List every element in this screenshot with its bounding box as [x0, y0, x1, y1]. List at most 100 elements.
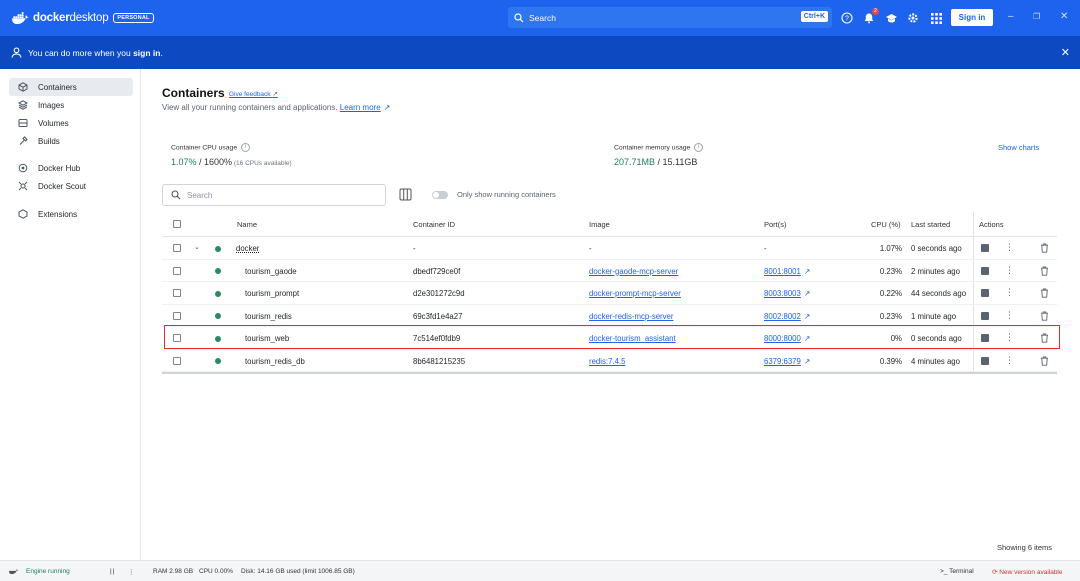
close-window-icon[interactable]: ✕	[1060, 11, 1068, 22]
minimize-icon[interactable]: –	[1008, 11, 1014, 22]
container-port-link[interactable]: 8003:8003	[764, 289, 801, 298]
sign-in-button[interactable]: Sign in	[951, 9, 993, 26]
delete-trash-icon[interactable]	[1040, 243, 1049, 255]
docker-scout-icon	[18, 181, 28, 191]
settings-gear-icon[interactable]	[906, 11, 920, 25]
delete-trash-icon[interactable]	[1040, 288, 1049, 300]
header-last-started[interactable]: Last started	[911, 220, 950, 229]
delete-trash-icon[interactable]	[1040, 266, 1049, 278]
sidebar-item-docker-hub[interactable]: Docker Hub	[9, 159, 133, 177]
delete-trash-icon[interactable]	[1040, 356, 1049, 368]
sidebar-item-containers[interactable]: Containers	[9, 78, 133, 96]
more-options-icon[interactable]: ⋮	[1005, 265, 1014, 276]
container-image-link[interactable]: redis:7.4.5	[589, 357, 625, 366]
stop-icon[interactable]	[981, 289, 989, 297]
global-search[interactable]: Search Ctrl+K	[508, 7, 832, 28]
container-image-link[interactable]: docker-prompt-mcp-server	[589, 289, 681, 298]
info-icon[interactable]: i	[241, 143, 251, 152]
stop-icon[interactable]	[981, 356, 989, 365]
header-container-id[interactable]: Container ID	[413, 220, 455, 229]
container-last-started: 0 seconds ago	[911, 244, 962, 253]
row-checkbox[interactable]	[173, 266, 181, 275]
container-port-link[interactable]: 8001:8001	[764, 267, 801, 276]
learn-more-link[interactable]: Learn more	[340, 103, 381, 112]
volumes-icon	[18, 118, 28, 128]
banner-close-icon[interactable]: ✕	[1061, 46, 1070, 59]
row-checkbox[interactable]	[173, 311, 181, 320]
header-name[interactable]: Name	[237, 220, 257, 229]
delete-trash-icon[interactable]	[1040, 311, 1049, 323]
extensions-icon	[18, 209, 28, 219]
table-row[interactable]: tourism_redis 69c3fd1e4a27 docker-redis-…	[162, 305, 1057, 327]
show-charts-button[interactable]: Show charts	[998, 143, 1039, 152]
more-options-icon[interactable]: ⋮	[1005, 287, 1014, 298]
only-running-toggle[interactable]	[432, 191, 448, 199]
container-image-link[interactable]: docker-redis-mcp-server	[589, 312, 673, 321]
images-icon	[18, 100, 28, 110]
notification-count: 2	[872, 8, 879, 15]
sidebar-item-label: Volumes	[38, 118, 69, 128]
sidebar-item-images[interactable]: Images	[9, 96, 133, 114]
search-icon	[171, 190, 181, 200]
container-cpu: 0.22%	[879, 289, 902, 298]
stop-icon[interactable]	[981, 266, 989, 275]
sidebar-item-volumes[interactable]: Volumes	[9, 114, 133, 132]
row-checkbox[interactable]	[173, 244, 181, 252]
memory-usage-value: 207.71MB / 15.11GB	[614, 157, 698, 167]
header-image[interactable]: Image	[589, 220, 610, 229]
columns-icon[interactable]	[399, 188, 412, 203]
table-row[interactable]: tourism_prompt d2e301272c9d docker-promp…	[162, 282, 1057, 305]
table-row[interactable]: tourism_redis_db 8b6481215235 redis:7.4.…	[162, 350, 1057, 372]
pause-engine-icon[interactable]: ||	[110, 568, 115, 575]
running-status-icon	[215, 290, 221, 297]
more-options-icon[interactable]: ⋮	[1005, 310, 1014, 321]
banner-sign-in-link[interactable]: sign in	[133, 48, 160, 58]
header-ports[interactable]: Port(s)	[764, 220, 787, 229]
docker-logo[interactable]: dockerdesktop PERSONAL	[12, 11, 154, 25]
cpu-usage-value: 1.07% / 1600% (16 CPUs available)	[171, 157, 292, 167]
container-name[interactable]: docker	[236, 244, 259, 253]
container-name[interactable]: tourism_prompt	[245, 289, 299, 298]
stop-icon[interactable]	[981, 244, 989, 252]
stop-icon[interactable]	[981, 311, 989, 320]
status-bar: Engine running || ⋮ RAM 2.98 GB CPU 0.00…	[0, 560, 1080, 581]
more-options-icon[interactable]: ⋮	[1005, 355, 1014, 366]
table-row[interactable]: ⌄ docker - - - 1.07% 0 seconds ago ⋮	[162, 237, 1057, 260]
row-checkbox[interactable]	[173, 356, 181, 365]
sidebar-item-label: Images	[38, 100, 65, 110]
container-port-link[interactable]: 6379:6379	[764, 357, 801, 366]
container-port-link[interactable]: 8002:8002	[764, 312, 801, 321]
container-name[interactable]: tourism_redis_db	[245, 357, 305, 366]
docker-whale-icon	[12, 11, 30, 24]
table-row[interactable]: tourism_gaode dbedf729ce0f docker-gaode-…	[162, 260, 1057, 282]
learning-center-icon[interactable]	[884, 11, 898, 25]
containers-page: Containers Give feedback ↗ View all your…	[141, 69, 1080, 560]
notifications-icon[interactable]: 2	[862, 8, 879, 25]
select-all-checkbox[interactable]	[173, 220, 181, 228]
ram-usage: RAM 2.98 GB	[153, 568, 194, 575]
sidebar-item-builds[interactable]: Builds	[9, 132, 133, 150]
container-search-input[interactable]: Search	[162, 184, 386, 206]
running-status-icon	[215, 268, 221, 274]
maximize-icon[interactable]: ❐	[1033, 12, 1040, 21]
info-icon[interactable]: i	[694, 143, 704, 152]
update-available[interactable]: ⟳ New version available	[992, 568, 1063, 576]
sidebar-item-docker-scout[interactable]: Docker Scout	[9, 177, 133, 195]
highlight-annotation	[164, 325, 1060, 349]
container-name[interactable]: tourism_redis	[245, 312, 292, 321]
container-image-link[interactable]: docker-gaode-mcp-server	[589, 267, 678, 276]
engine-menu-icon[interactable]: ⋮	[128, 568, 135, 576]
more-options-icon[interactable]: ⋮	[1005, 242, 1014, 253]
external-link-icon: ↗	[803, 356, 811, 366]
brand-desktop: desktop	[69, 12, 109, 24]
container-name[interactable]: tourism_gaode	[245, 267, 297, 276]
running-status-icon	[215, 358, 221, 364]
apps-grid-icon[interactable]	[929, 11, 943, 25]
chevron-down-icon[interactable]: ⌄	[194, 243, 200, 251]
help-icon[interactable]: ?	[840, 11, 854, 25]
sidebar-item-extensions[interactable]: Extensions	[9, 205, 133, 223]
give-feedback-link[interactable]: Give feedback ↗	[229, 90, 278, 98]
terminal-button[interactable]: >_ Terminal	[940, 568, 974, 575]
row-checkbox[interactable]	[173, 289, 181, 297]
header-cpu[interactable]: CPU (%)	[871, 220, 901, 229]
